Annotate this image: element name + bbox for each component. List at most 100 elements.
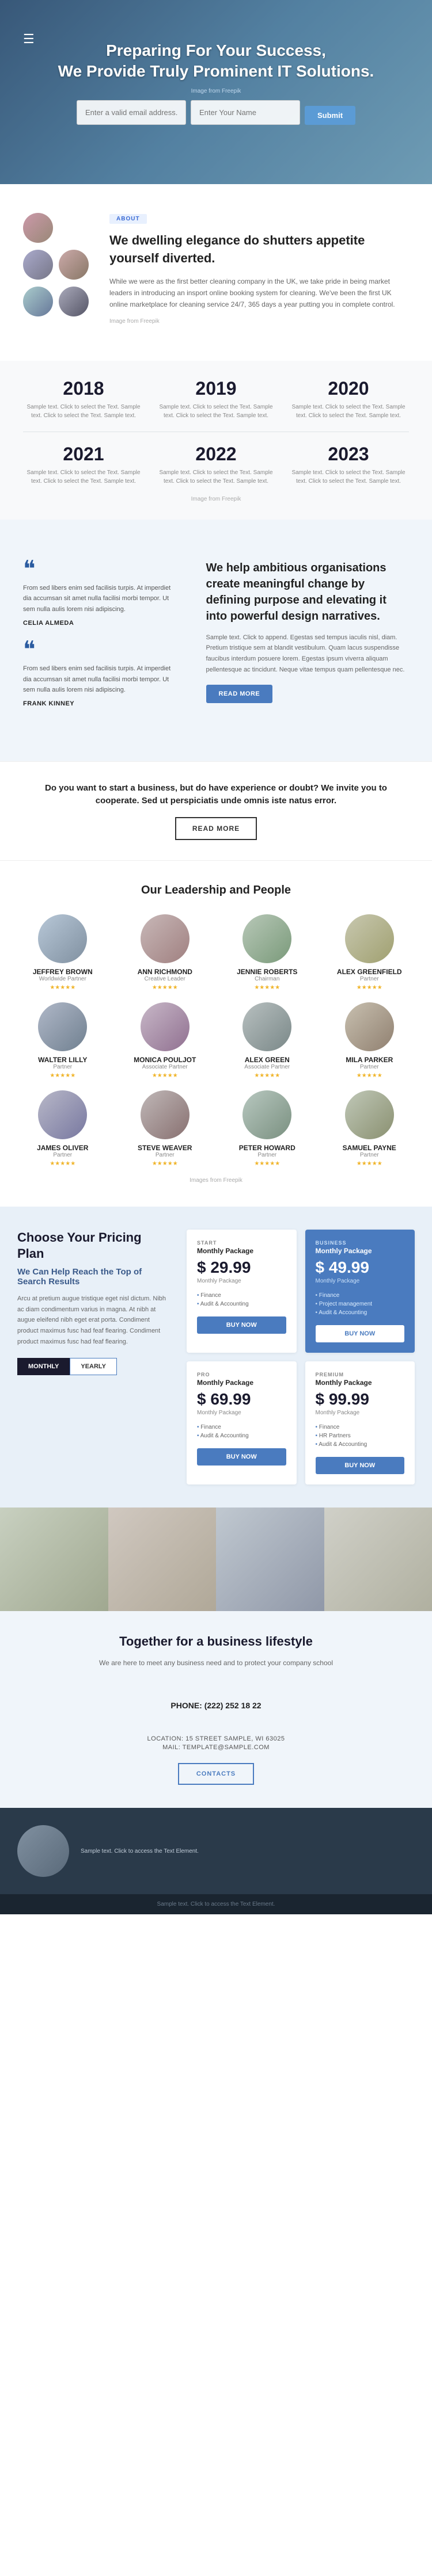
cta-band: Do you want to start a business, but do … [0, 761, 432, 861]
plan-type-2: PRO [197, 1372, 286, 1377]
testimonials-left: ❝ From sed libers enim sed facilisis tur… [0, 543, 195, 738]
hamburger-menu[interactable]: ☰ [23, 32, 35, 47]
toggle-monthly-button[interactable]: MONTHLY [17, 1358, 70, 1375]
quote-text-2: From sed libers enim sed facilisis turpi… [23, 663, 177, 696]
gallery-section [0, 1508, 432, 1611]
person-name-3: ALEX GREENFIELD [324, 968, 415, 976]
plan-period-2: Monthly Package [197, 1410, 286, 1416]
person-role-3: Partner [324, 976, 415, 982]
person-avatar-11 [345, 1090, 394, 1139]
plan-name-3: Monthly Package [316, 1379, 405, 1387]
about-avatars [23, 213, 92, 316]
timeline-year-2021: 2021 [23, 444, 144, 465]
plan-price-0: $ 29.99 [197, 1258, 286, 1277]
testimonials-read-more-button[interactable]: READ MORE [206, 685, 273, 703]
person-avatar-3 [345, 914, 394, 963]
pricing-grid: START Monthly Package $ 29.99 Monthly Pa… [187, 1230, 415, 1484]
hero-form: Submit [12, 100, 420, 125]
contact-description: We are here to meet any business need an… [17, 1657, 415, 1669]
hero-image-credit: Image from Freepik [12, 88, 420, 94]
timeline-year-2022: 2022 [156, 444, 276, 465]
buy-button-0[interactable]: BUY NOW [197, 1316, 286, 1334]
person-card-11: SAMUEL PAYNE Partner ★★★★★ [324, 1090, 415, 1167]
leadership-title: Our Leadership and People [17, 884, 415, 897]
pricing-section: Choose Your Pricing Plan We Can Help Rea… [0, 1207, 432, 1508]
cta-read-more-button[interactable]: READ MORE [175, 817, 257, 840]
person-card-1: ANN RICHMOND Creative Leader ★★★★★ [120, 914, 211, 991]
person-stars-9: ★★★★★ [120, 1161, 211, 1167]
timeline-image-credit: Image from Freepik [23, 496, 409, 502]
pricing-card-1: BUSINESS Monthly Package $ 49.99 Monthly… [305, 1230, 415, 1353]
buy-button-2[interactable]: BUY NOW [197, 1448, 286, 1466]
gallery-item-1 [0, 1508, 108, 1611]
pricing-description: Arcu at pretium augue tristique eget nis… [17, 1293, 169, 1347]
plan-feature: HR Partners [316, 1432, 405, 1440]
person-stars-7: ★★★★★ [324, 1073, 415, 1079]
footer-text: Sample text. Click to access the Text El… [81, 1846, 199, 1856]
person-stars-11: ★★★★★ [324, 1161, 415, 1167]
pricing-card-3: PREMIUM Monthly Package $ 99.99 Monthly … [305, 1361, 415, 1484]
person-stars-3: ★★★★★ [324, 984, 415, 991]
plan-features-3: FinanceHR PartnersAudit & Accounting [316, 1423, 405, 1449]
quote-block-2: ❝ From sed libers enim sed facilisis tur… [23, 640, 177, 707]
person-role-1: Creative Leader [120, 976, 211, 982]
person-name-9: STEVE WEAVER [120, 1144, 211, 1152]
contact-email: MAIL: TEMPLATE@SAMPLE.COM [17, 1744, 415, 1751]
location-label: LOCATION: [147, 1735, 184, 1742]
timeline-grid-top: 2018 Sample text. Click to select the Te… [23, 378, 409, 420]
plan-features-2: FinanceAudit & Accounting [197, 1423, 286, 1440]
person-role-9: Partner [120, 1152, 211, 1158]
person-role-4: Partner [17, 1064, 108, 1070]
person-stars-6: ★★★★★ [222, 1073, 313, 1079]
person-name-4: WALTER LILLY [17, 1056, 108, 1064]
pricing-subtitle: We Can Help Reach the Top of Search Resu… [17, 1267, 169, 1287]
pricing-left: Choose Your Pricing Plan We Can Help Rea… [17, 1230, 169, 1484]
contact-phone: PHONE: (222) 252 18 22 [17, 1678, 415, 1733]
plan-price-1: $ 49.99 [316, 1258, 405, 1277]
timeline-item-2022[interactable]: 2022 Sample text. Click to select the Te… [156, 444, 276, 486]
timeline-item-2021[interactable]: 2021 Sample text. Click to select the Te… [23, 444, 144, 486]
person-avatar-8 [38, 1090, 87, 1139]
phone-label: PHONE: [170, 1701, 202, 1710]
plan-name-2: Monthly Package [197, 1379, 286, 1387]
person-role-6: Associate Partner [222, 1064, 313, 1070]
timeline-item-2018[interactable]: 2018 Sample text. Click to select the Te… [23, 378, 144, 420]
footer-copyright: Sample text. Click to access the Text El… [157, 1901, 275, 1907]
contacts-button[interactable]: CONTACTS [178, 1763, 254, 1785]
timeline-item-2020[interactable]: 2020 Sample text. Click to select the Te… [288, 378, 409, 420]
testi-right-text: Sample text. Click to append. Egestas se… [206, 632, 410, 676]
plan-feature: Finance [197, 1423, 286, 1432]
pricing-card-0: START Monthly Package $ 29.99 Monthly Pa… [187, 1230, 297, 1353]
person-avatar-7 [345, 1002, 394, 1051]
plan-name-1: Monthly Package [316, 1247, 405, 1255]
pricing-card-2: PRO Monthly Package $ 69.99 Monthly Pack… [187, 1361, 297, 1484]
timeline-grid-bottom: 2021 Sample text. Click to select the Te… [23, 444, 409, 486]
toggle-yearly-button[interactable]: YEARLY [70, 1358, 117, 1375]
plan-features-1: FinanceProject managementAudit & Account… [316, 1291, 405, 1317]
timeline-item-2019[interactable]: 2019 Sample text. Click to select the Te… [156, 378, 276, 420]
timeline-item-2023[interactable]: 2023 Sample text. Click to select the Te… [288, 444, 409, 486]
pricing-title: Choose Your Pricing Plan [17, 1230, 169, 1262]
plan-period-3: Monthly Package [316, 1410, 405, 1416]
person-avatar-10 [242, 1090, 291, 1139]
person-role-11: Partner [324, 1152, 415, 1158]
person-role-10: Partner [222, 1152, 313, 1158]
testi-right-title: We help ambitious organisations create m… [206, 560, 410, 624]
person-avatar-2 [242, 914, 291, 963]
person-card-3: ALEX GREENFIELD Partner ★★★★★ [324, 914, 415, 991]
avatar-2 [23, 250, 53, 280]
hero-submit-button[interactable]: Submit [305, 106, 355, 125]
timeline-year-2019: 2019 [156, 378, 276, 399]
person-avatar-0 [38, 914, 87, 963]
person-name-2: JENNIE ROBERTS [222, 968, 313, 976]
person-card-2: JENNIE ROBERTS Chairman ★★★★★ [222, 914, 313, 991]
person-stars-4: ★★★★★ [17, 1073, 108, 1079]
person-stars-1: ★★★★★ [120, 984, 211, 991]
hero-email-input[interactable] [77, 100, 186, 125]
buy-button-3[interactable]: BUY NOW [316, 1457, 405, 1474]
person-role-0: Worldwide Partner [17, 976, 108, 982]
hero-name-input[interactable] [191, 100, 300, 125]
timeline-text-2020: Sample text. Click to select the Text. S… [288, 403, 409, 420]
buy-button-1[interactable]: BUY NOW [316, 1325, 405, 1342]
people-grid: JEFFREY BROWN Worldwide Partner ★★★★★ AN… [17, 914, 415, 1167]
